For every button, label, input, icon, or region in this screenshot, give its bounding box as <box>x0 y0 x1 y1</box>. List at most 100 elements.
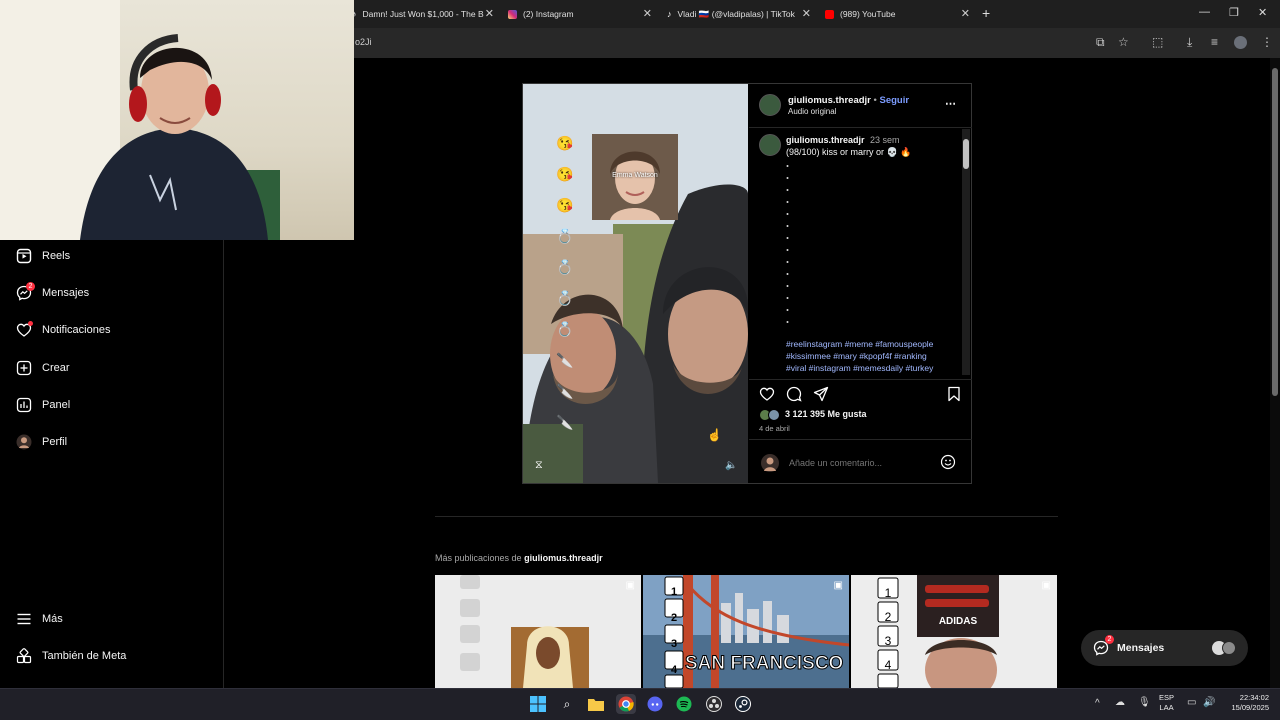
share-button[interactable] <box>813 386 829 407</box>
close-tab-icon[interactable]: ✕ <box>802 7 811 20</box>
reel-video[interactable]: Emma Watson 😘 😘 😘 💍 💍 💍 💍 🔪 🔪 🔪 ⧖ 🔈 <box>523 84 748 483</box>
sidebar-item-mensajes[interactable]: 2 Mensajes <box>16 282 89 304</box>
rank-number: 1 <box>670 586 678 598</box>
sidebar-item-panel[interactable]: Panel <box>16 394 70 416</box>
volume-icon[interactable]: 🔊 <box>1203 697 1215 708</box>
emoji-item: 😘 <box>556 197 574 213</box>
emoji-item: 🔪 <box>556 383 574 399</box>
audio-toggle-icon[interactable]: 🔈 <box>725 460 737 471</box>
tab-tiktok-1[interactable]: ♪ Damn! Just Won $1,000 - The B ✕ <box>352 4 494 24</box>
tab-youtube[interactable]: (989) YouTube ✕ <box>825 4 970 24</box>
caption-text: (98/100) kiss or marry or 💀 🔥 <box>786 147 912 157</box>
post-date[interactable]: 4 de abril <box>759 424 790 433</box>
reels-icon <box>16 248 32 264</box>
spotify-icon[interactable] <box>674 694 694 714</box>
post-details-panel: giuliomus.threadjr • Seguir Audio origin… <box>749 84 972 483</box>
sidebar-item-perfil[interactable]: Perfil <box>16 431 67 453</box>
windows-taskbar <box>0 688 1280 720</box>
caption-hashtags[interactable]: #reelinstagram #meme #famouspeople #kiss… <box>786 338 933 374</box>
post-modal: Emma Watson 😘 😘 😘 💍 💍 💍 💍 🔪 🔪 🔪 ⧖ 🔈 giul… <box>522 83 972 484</box>
download-icon[interactable]: ⤓ <box>1187 35 1192 50</box>
file-explorer-icon[interactable] <box>586 694 606 714</box>
messages-pill-label: Mensajes <box>1117 642 1165 654</box>
follow-button[interactable]: Seguir <box>879 95 909 106</box>
page-scrollbar[interactable] <box>1270 58 1280 688</box>
save-button[interactable] <box>946 386 962 407</box>
notification-dot <box>28 321 33 326</box>
hashtag-line[interactable]: #kissimmee #mary #kpopf4f #ranking <box>786 350 933 362</box>
close-tab-icon[interactable]: ✕ <box>643 7 652 20</box>
hashtag-line[interactable]: #viral #instagram #memesdaily #turkey <box>786 362 933 374</box>
close-tab-icon[interactable]: ✕ <box>961 7 970 20</box>
emoji-picker-button[interactable] <box>940 454 956 475</box>
sidebar-item-tambien-de-meta[interactable]: También de Meta <box>16 645 126 667</box>
more-post-thumbnail-1[interactable]: ▣ <box>435 575 641 688</box>
author-avatar[interactable] <box>759 94 781 116</box>
search-icon[interactable]: ⌕ <box>557 694 577 714</box>
sidebar-item-label: También de Meta <box>42 650 127 662</box>
tab-instagram[interactable]: (2) Instagram ✕ <box>508 4 652 24</box>
system-clock[interactable]: 22:34:02 15/09/2025 <box>1221 693 1269 713</box>
chart-icon <box>16 397 32 413</box>
sidebar-item-mas[interactable]: Más <box>16 608 63 630</box>
caption-username[interactable]: giuliomus.threadjr <box>786 135 865 145</box>
messages-pill-avatars <box>1212 641 1236 655</box>
rank-number: 1 <box>884 586 892 600</box>
chrome-icon[interactable] <box>616 694 636 714</box>
comment-button[interactable] <box>786 386 802 407</box>
url-text[interactable]: o2Ji <box>355 37 372 47</box>
display-icon[interactable]: ▭ <box>1187 697 1196 708</box>
emoji-item: 💍 <box>556 321 574 337</box>
tab-title: Vladi 🇷🇺 (@vladipalas) | TikTok <box>677 8 795 19</box>
more-options-icon[interactable]: ⋯ <box>945 97 956 110</box>
language-indicator[interactable]: ESP LAA <box>1159 693 1174 713</box>
like-button[interactable] <box>759 386 775 407</box>
obs-icon[interactable] <box>704 694 724 714</box>
tray-overflow-icon[interactable]: ^ <box>1095 698 1100 709</box>
steam-icon[interactable] <box>733 694 753 714</box>
author-username[interactable]: giuliomus.threadjr <box>788 95 871 106</box>
sidebar-item-notificaciones[interactable]: Notificaciones <box>16 319 110 341</box>
windows-start-icon[interactable] <box>528 694 548 714</box>
language-bottom: LAA <box>1159 703 1174 712</box>
plus-square-icon <box>16 360 32 376</box>
audio-label[interactable]: Audio original <box>788 107 836 116</box>
sidebar-item-reels[interactable]: Reels <box>16 245 70 267</box>
more-post-thumbnail-2[interactable]: 1 2 3 4 SAN FRANCISCO ▣ <box>643 575 849 688</box>
profile-avatar-icon[interactable] <box>1234 36 1247 49</box>
microphone-icon[interactable]: 🎙 <box>1138 697 1151 708</box>
close-window-button[interactable]: ✕ <box>1258 6 1267 19</box>
minimize-button[interactable]: — <box>1199 6 1210 18</box>
tab-tiktok-2[interactable]: ♪ Vladi 🇷🇺 (@vladipalas) | TikTok ✕ <box>667 4 811 24</box>
rank-number: 2 <box>884 610 892 624</box>
new-tab-button[interactable]: + <box>982 5 990 21</box>
mouse-cursor-icon: ☝ <box>707 428 722 442</box>
sidebar-item-crear[interactable]: Crear <box>16 357 70 379</box>
caption-avatar[interactable] <box>759 134 781 156</box>
comments-scrollbar[interactable] <box>962 129 970 375</box>
sidebar-item-label: Reels <box>42 250 71 262</box>
hashtag-line[interactable]: #reelinstagram #meme #famouspeople <box>786 338 933 350</box>
more-post-thumbnail-3[interactable]: 1 2 3 4 ADIDAS ▣ <box>851 575 1057 688</box>
extensions-icon[interactable]: ⬚ <box>1152 35 1163 49</box>
emoji-item: 💍 <box>556 290 574 306</box>
bookmark-star-icon[interactable]: ☆ <box>1118 35 1129 49</box>
browser-menu-icon[interactable]: ⋮ <box>1261 35 1273 49</box>
reel-badge-icon: ▣ <box>625 580 635 591</box>
like-count[interactable]: 3 121 395 Me gusta <box>785 409 867 419</box>
divider <box>749 379 972 380</box>
more-posts-prefix: Más publicaciones de <box>435 553 522 563</box>
install-app-icon[interactable]: ⧉ <box>1096 35 1105 50</box>
onedrive-icon[interactable]: ☁ <box>1115 697 1125 708</box>
discord-icon[interactable] <box>645 694 665 714</box>
comment-input[interactable] <box>789 456 929 470</box>
messages-pill-button[interactable]: 2 Mensajes <box>1081 630 1248 666</box>
caption-age: 23 sem <box>870 135 900 145</box>
more-posts-user[interactable]: giuliomus.threadjr <box>524 553 603 563</box>
close-tab-icon[interactable]: ✕ <box>485 7 494 20</box>
sidebar-item-label: Panel <box>42 399 71 411</box>
caption-header: giuliomus.threadjr 23 sem <box>786 135 900 145</box>
tiktok-icon: ♪ <box>667 9 672 19</box>
media-control-icon[interactable]: ≡ <box>1211 35 1218 49</box>
restore-button[interactable]: ❐ <box>1229 6 1239 19</box>
